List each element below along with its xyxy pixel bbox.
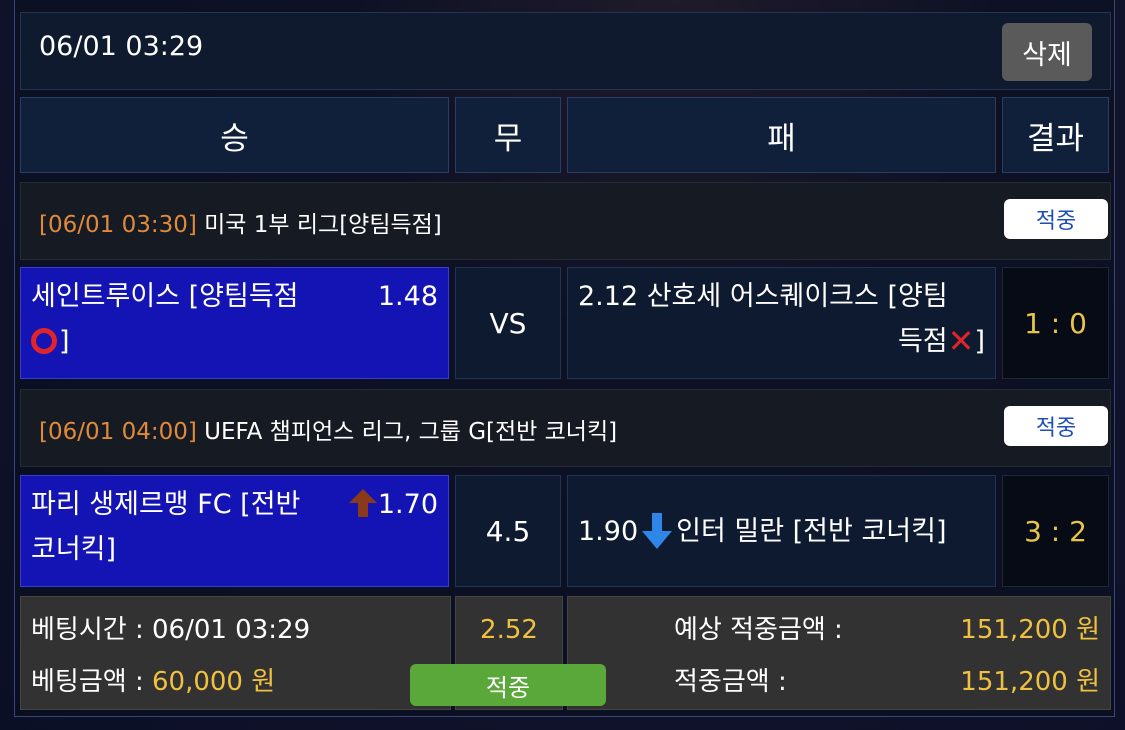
bet-time: 06/01 03:29 bbox=[151, 615, 311, 645]
expected-payout: 151,200 원 bbox=[960, 615, 1100, 645]
score-cell: 1 : 0 bbox=[1002, 267, 1109, 379]
draw-cell[interactable]: VS bbox=[455, 267, 561, 379]
league-row: [06/01 04:00] UEFA 챔피언스 리그, 그룹 G[전반 코너킥]… bbox=[20, 389, 1111, 467]
status-badge: 적중 bbox=[1004, 199, 1108, 239]
bet-summary: 베팅시간 : 06/01 03:29 베팅금액 : 60,000 원 bbox=[20, 596, 451, 710]
home-team-cell[interactable]: 파리 생제르맹 FC [전반 코너킥] 1.70 bbox=[20, 475, 449, 587]
league-row: [06/01 03:30] 미국 1부 리그[양팀득점] 적중 bbox=[20, 182, 1111, 260]
home-odd: 1.48 bbox=[377, 281, 438, 312]
bet-time-label: 베팅시간 : bbox=[31, 615, 152, 645]
red-circle-icon bbox=[31, 328, 57, 354]
match-time: [06/01 04:00] bbox=[39, 419, 197, 445]
won-amount-label: 적중금액 : bbox=[674, 667, 787, 697]
handicap-cell[interactable]: 4.5 bbox=[455, 475, 561, 587]
column-header-win: 승 bbox=[20, 97, 449, 173]
column-header-draw: 무 bbox=[455, 97, 561, 173]
home-team-cell[interactable]: 세인트루이스 [양팀득점 ] 1.48 bbox=[20, 267, 449, 379]
column-header-lose: 패 bbox=[567, 97, 996, 173]
arrow-down-icon bbox=[642, 513, 673, 549]
bet-amount: 60,000 원 bbox=[151, 667, 276, 697]
league-info: [06/01 04:00] UEFA 챔피언스 리그, 그룹 G[전반 코너킥] bbox=[39, 412, 617, 446]
status-badge: 적중 bbox=[1004, 406, 1108, 446]
won-amount: 151,200 원 bbox=[960, 667, 1100, 697]
match-time: [06/01 03:30] bbox=[39, 212, 197, 238]
away-team-cell[interactable]: 1.90 인터 밀란 [전반 코너킥] bbox=[567, 475, 996, 587]
red-x-icon: ✕ bbox=[947, 322, 975, 360]
payout-summary: 예상 적중금액 : 151,200 원 적중금액 : 151,200 원 bbox=[567, 596, 1111, 710]
away-odd: 1.90 bbox=[578, 515, 639, 547]
away-team-name: 산호세 어스퀘이크스 [양팀 bbox=[646, 281, 948, 312]
bet-datetime: 06/01 03:29 bbox=[39, 31, 204, 62]
score-cell: 3 : 2 bbox=[1002, 475, 1109, 587]
column-header-result: 결과 bbox=[1002, 97, 1109, 173]
bet-amount-label: 베팅금액 : bbox=[31, 667, 152, 697]
away-team-cell[interactable]: 2.12 산호세 어스퀘이크스 [양팀 득점✕] bbox=[567, 267, 996, 379]
league-name: UEFA 챔피언스 리그, 그룹 G[전반 코너킥] bbox=[204, 419, 618, 445]
delete-button[interactable]: 삭제 bbox=[1002, 23, 1092, 81]
bet-header: 06/01 03:29 삭제 bbox=[20, 12, 1111, 90]
away-team-name: 인터 밀란 [전반 코너킥] bbox=[676, 515, 947, 547]
away-odd: 2.12 bbox=[578, 281, 639, 312]
arrow-up-icon bbox=[348, 489, 377, 517]
league-name: 미국 1부 리그[양팀득점] bbox=[204, 212, 442, 238]
league-info: [06/01 03:30] 미국 1부 리그[양팀득점] bbox=[39, 205, 442, 239]
home-odd: 1.70 bbox=[348, 482, 438, 527]
expected-payout-label: 예상 적중금액 : bbox=[674, 615, 843, 645]
hit-status-button[interactable]: 적중 bbox=[410, 664, 606, 706]
total-odds: 2.52 bbox=[480, 615, 538, 645]
